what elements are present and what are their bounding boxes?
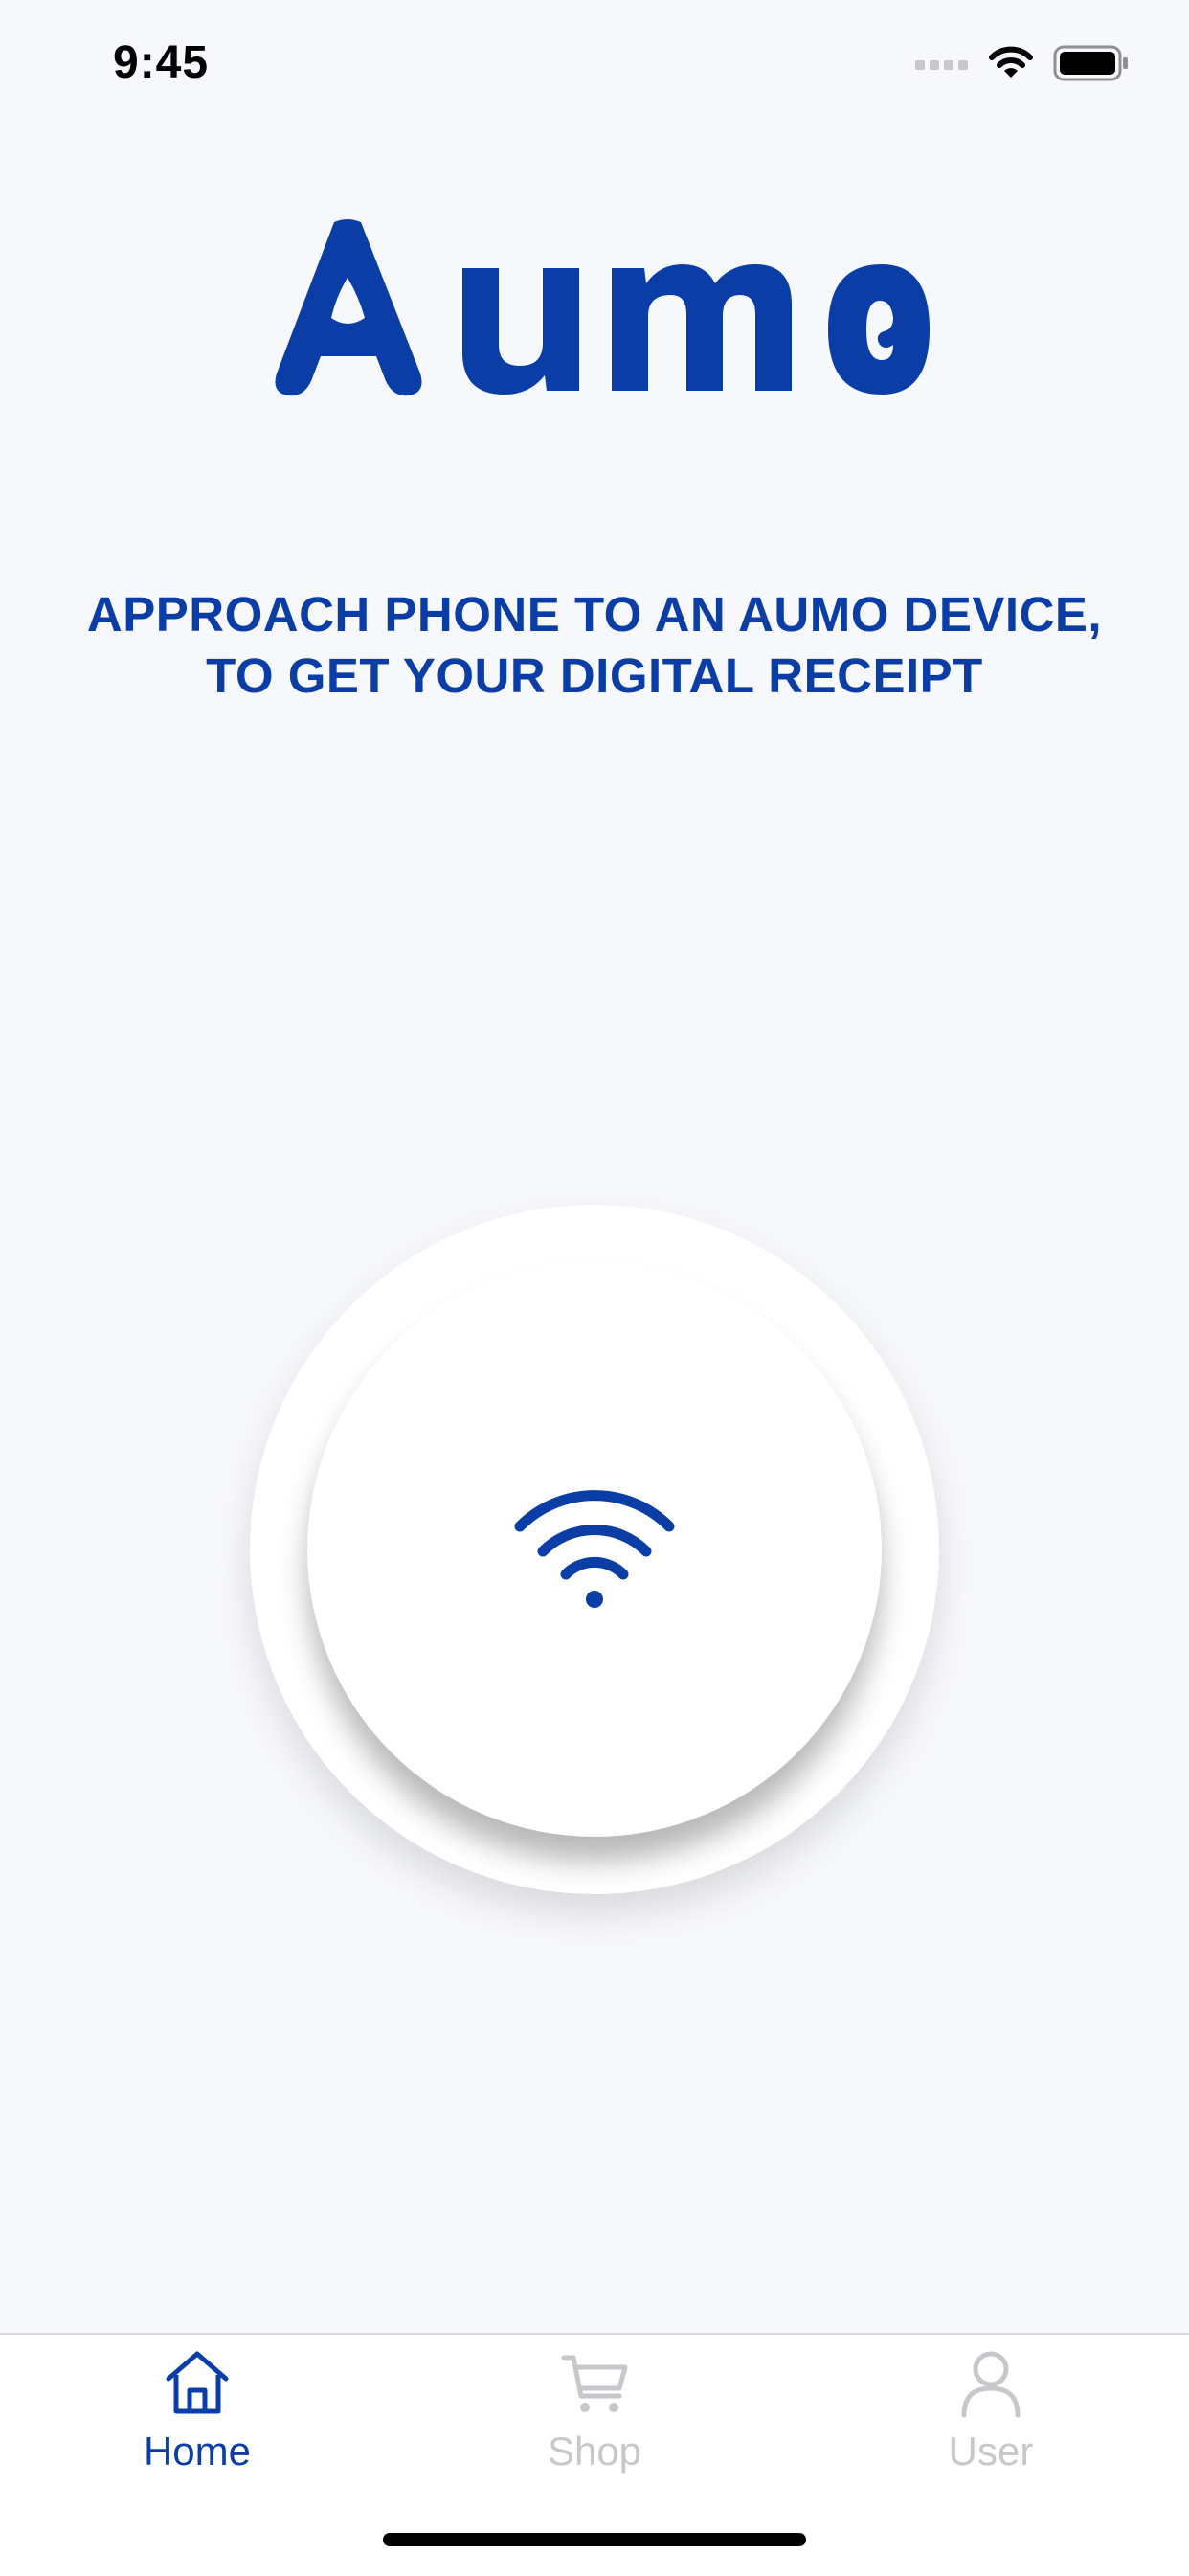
status-bar: 9:45 (0, 0, 1189, 134)
tab-user-label: User (948, 2429, 1034, 2474)
home-icon (161, 2346, 234, 2424)
wifi-icon (988, 46, 1034, 80)
aumo-logo-graphic (275, 219, 930, 396)
cart-icon (558, 2346, 631, 2424)
user-icon (954, 2346, 1027, 2424)
battery-icon (1053, 45, 1130, 81)
tab-home-label: Home (143, 2429, 252, 2474)
instruction-line-1: APPROACH PHONE TO AN AUMO DEVICE, (86, 587, 1103, 642)
cellular-signal-icon (915, 56, 969, 70)
scan-button[interactable] (307, 1262, 882, 1837)
tab-home[interactable]: Home (54, 2346, 341, 2475)
tab-user[interactable]: User (847, 2346, 1134, 2475)
tab-bar: Home Shop User (0, 2333, 1189, 2576)
home-indicator (383, 2533, 806, 2546)
wireless-signal-icon (508, 1480, 681, 1619)
instruction-text: APPROACH PHONE TO AN AUMO DEVICE, TO GET… (38, 584, 1151, 707)
aumo-logo (0, 211, 1189, 402)
status-time: 9:45 (113, 37, 210, 88)
instruction-line-2: TO GET YOUR DIGITAL RECEIPT (206, 648, 983, 703)
status-icons (915, 44, 1130, 82)
tab-shop-label: Shop (547, 2429, 642, 2474)
tab-shop[interactable]: Shop (451, 2346, 738, 2475)
